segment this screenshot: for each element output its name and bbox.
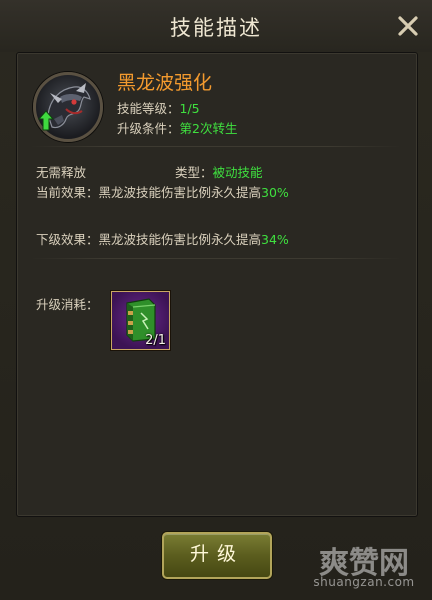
skill-dialog: 技能描述 黑龙波强化 技能等级：1/5 升级条件：第2次转生 无需释放 类型：被… [0,0,432,600]
dialog-title: 技能描述 [170,16,262,40]
release-type: 无需释放 [36,165,87,180]
skill-type-label: 类型： [175,165,213,180]
close-icon[interactable] [396,14,420,38]
skill-type-value: 被动技能 [212,165,263,180]
divider [30,258,402,259]
skill-level-row: 技能等级：1/5 [117,98,200,117]
skill-name: 黑龙波强化 [117,72,213,94]
current-effect-text: 黑龙波技能伤害比例永久提高 [98,185,262,200]
upgrade-button[interactable]: 升级 [162,532,272,579]
upgrade-condition-label: 升级条件： [117,121,180,136]
next-effect-text: 黑龙波技能伤害比例永久提高 [98,232,262,247]
skill-level-value: 1/5 [179,101,200,116]
upgrade-cost-label: 升级消耗： [36,297,99,312]
divider [30,146,402,147]
next-effect-label: 下级效果： [36,232,99,247]
watermark-url: shuangzan.com [313,575,415,589]
skill-type-row: 类型：被动技能 [175,162,263,181]
skill-level-label: 技能等级： [117,101,180,116]
current-effect-row: 当前效果：黑龙波技能伤害比例永久提高30% [36,182,289,201]
current-effect-value: 30% [261,185,289,200]
upgrade-condition-row: 升级条件：第2次转生 [117,118,237,137]
next-effect-value: 34% [261,232,289,247]
item-count: 2/1 [145,333,166,348]
green-up-arrow-icon [37,110,55,132]
current-effect-label: 当前效果： [36,185,99,200]
next-effect-row: 下级效果：黑龙波技能伤害比例永久提高34% [36,229,289,248]
upgrade-condition-value: 第2次转生 [179,121,238,136]
skill-book-item-slot[interactable]: 2/1 [111,291,170,350]
